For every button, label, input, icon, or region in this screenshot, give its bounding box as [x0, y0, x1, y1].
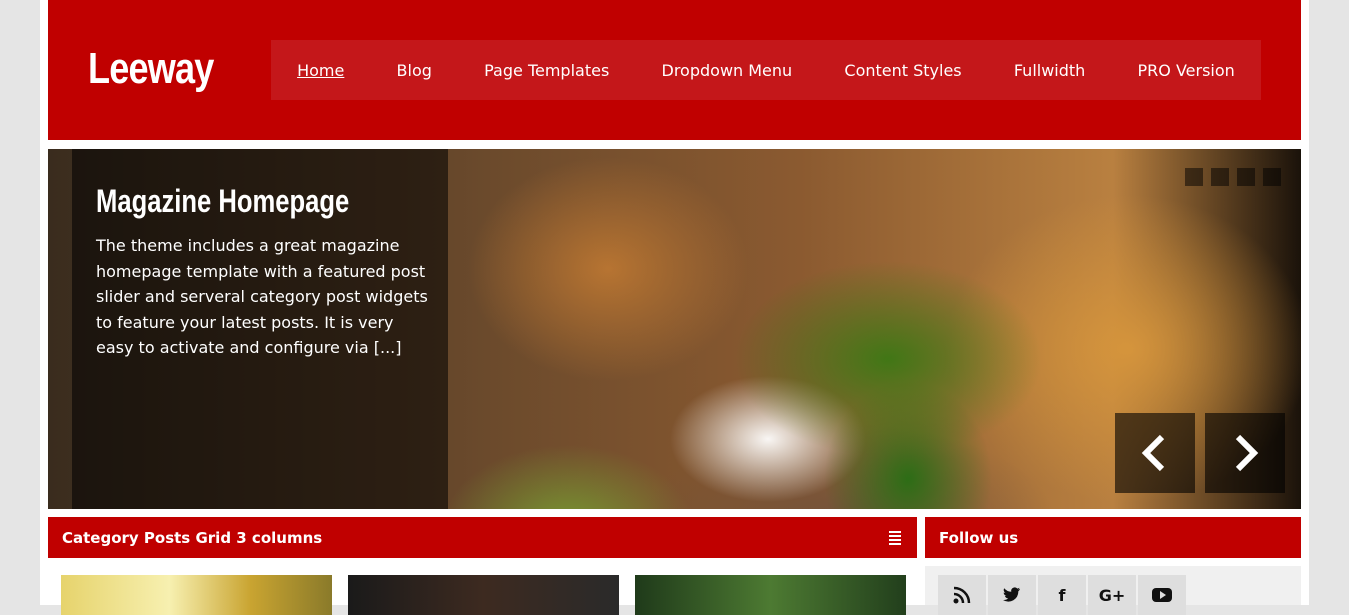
twitter-icon[interactable] — [988, 575, 1036, 615]
nav-item-blog[interactable]: Blog — [397, 61, 432, 80]
nav-item-home[interactable]: Home — [297, 61, 344, 80]
slider-prev-button[interactable] — [1115, 413, 1195, 493]
facebook-glyph: f — [1058, 585, 1066, 605]
slider-next-button[interactable] — [1205, 413, 1285, 493]
nav-item-page-templates[interactable]: Page Templates — [484, 61, 609, 80]
twitter-icon — [1003, 587, 1020, 602]
slider-dot[interactable] — [1185, 168, 1203, 186]
site-logo[interactable]: Leeway — [88, 44, 214, 94]
slider-dot[interactable] — [1263, 168, 1281, 186]
slider-dot[interactable] — [1211, 168, 1229, 186]
follow-widget-title: Follow us — [939, 528, 1019, 547]
category-grid-title: Category Posts Grid 3 columns — [62, 528, 323, 547]
post-thumbnail[interactable] — [348, 575, 619, 615]
nav-item-pro-version[interactable]: PRO Version — [1138, 61, 1235, 80]
rss-icon — [953, 586, 971, 604]
nav-item-fullwidth[interactable]: Fullwidth — [1014, 61, 1085, 80]
youtube-icon[interactable] — [1138, 575, 1186, 615]
main-navigation: Home Blog Page Templates Dropdown Menu C… — [271, 40, 1261, 100]
follow-widget-header: Follow us — [925, 517, 1301, 558]
featured-slider: Magazine Homepage The theme includes a g… — [48, 149, 1301, 509]
chevron-left-icon — [1141, 434, 1165, 472]
facebook-icon[interactable]: f — [1038, 575, 1086, 615]
slide-caption: Magazine Homepage The theme includes a g… — [72, 149, 448, 509]
nav-item-content-styles[interactable]: Content Styles — [844, 61, 961, 80]
nav-item-dropdown-menu[interactable]: Dropdown Menu — [662, 61, 793, 80]
youtube-icon — [1152, 588, 1172, 602]
category-posts-grid — [61, 575, 906, 615]
post-thumbnail[interactable] — [635, 575, 906, 615]
category-grid-widget-header: Category Posts Grid 3 columns — [48, 517, 917, 558]
rss-icon[interactable] — [938, 575, 986, 615]
page-wrapper: Leeway Home Blog Page Templates Dropdown… — [40, 0, 1309, 615]
social-icons: f G+ — [938, 575, 1186, 615]
slider-dot[interactable] — [1237, 168, 1255, 186]
site-header: Leeway Home Blog Page Templates Dropdown… — [48, 0, 1301, 140]
chevron-right-icon — [1235, 434, 1259, 472]
slider-pagination — [1185, 168, 1281, 186]
google-plus-glyph: G+ — [1098, 585, 1126, 605]
slide-title[interactable]: Magazine Homepage — [96, 183, 349, 220]
google-plus-icon[interactable]: G+ — [1088, 575, 1136, 615]
post-thumbnail[interactable] — [61, 575, 332, 615]
grid-icon[interactable] — [889, 530, 903, 545]
slide-excerpt: The theme includes a great magazine home… — [96, 236, 428, 357]
